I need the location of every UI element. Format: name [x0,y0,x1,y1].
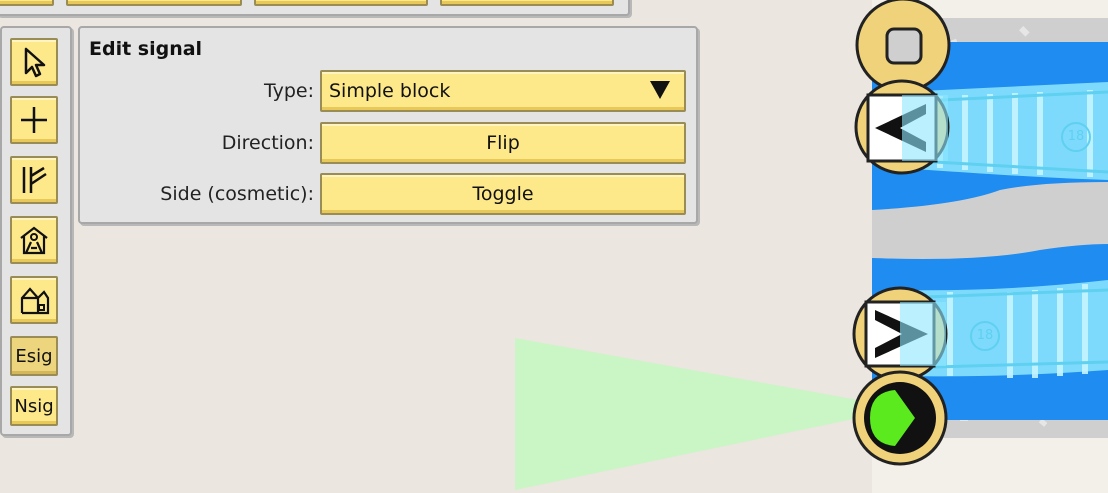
edit-signal-tool-button[interactable]: Esig [10,336,58,376]
building-tool-button[interactable] [10,276,58,324]
top-toolbar [0,0,630,16]
new-signal-tool-button[interactable]: Nsig [10,386,58,426]
dropdown-arrow-icon [650,81,670,99]
top-button[interactable] [440,0,614,6]
side-label: Side (cosmetic): [160,183,314,205]
flip-button-label: Flip [486,132,520,154]
nsig-label: Nsig [14,395,54,417]
type-select[interactable]: Simple block [320,70,686,112]
segment-label: 18 [976,328,994,343]
toggle-button-label: Toggle [472,183,534,205]
add-tool-button[interactable] [10,96,58,144]
signal-right-arrow[interactable] [852,286,948,382]
tool-palette: Esig Nsig [0,26,72,436]
track-switch-icon [22,166,47,193]
plus-icon [21,107,47,133]
panel-title: Edit signal [89,38,203,60]
signal-green[interactable] [852,370,948,466]
edit-signal-panel: Edit signal Type: Simple block Direction… [78,26,698,224]
segment-label: 18 [1067,129,1085,144]
top-button[interactable] [66,0,242,6]
flip-button[interactable]: Flip [320,122,686,164]
esig-label: Esig [15,345,53,367]
signal-square[interactable] [855,0,951,93]
station-icon [20,226,48,255]
type-label: Type: [263,80,314,102]
cursor-icon [24,47,46,78]
type-select-value: Simple block [329,80,451,102]
toggle-side-button[interactable]: Toggle [320,173,686,215]
direction-label: Direction: [221,132,314,154]
station-tool-button[interactable] [10,216,58,264]
switch-tool-button[interactable] [10,156,58,204]
top-button[interactable] [0,0,54,6]
house-icon [20,287,50,315]
select-tool-button[interactable] [10,38,58,86]
top-button[interactable] [254,0,428,6]
signal-left-arrow[interactable] [854,79,950,175]
